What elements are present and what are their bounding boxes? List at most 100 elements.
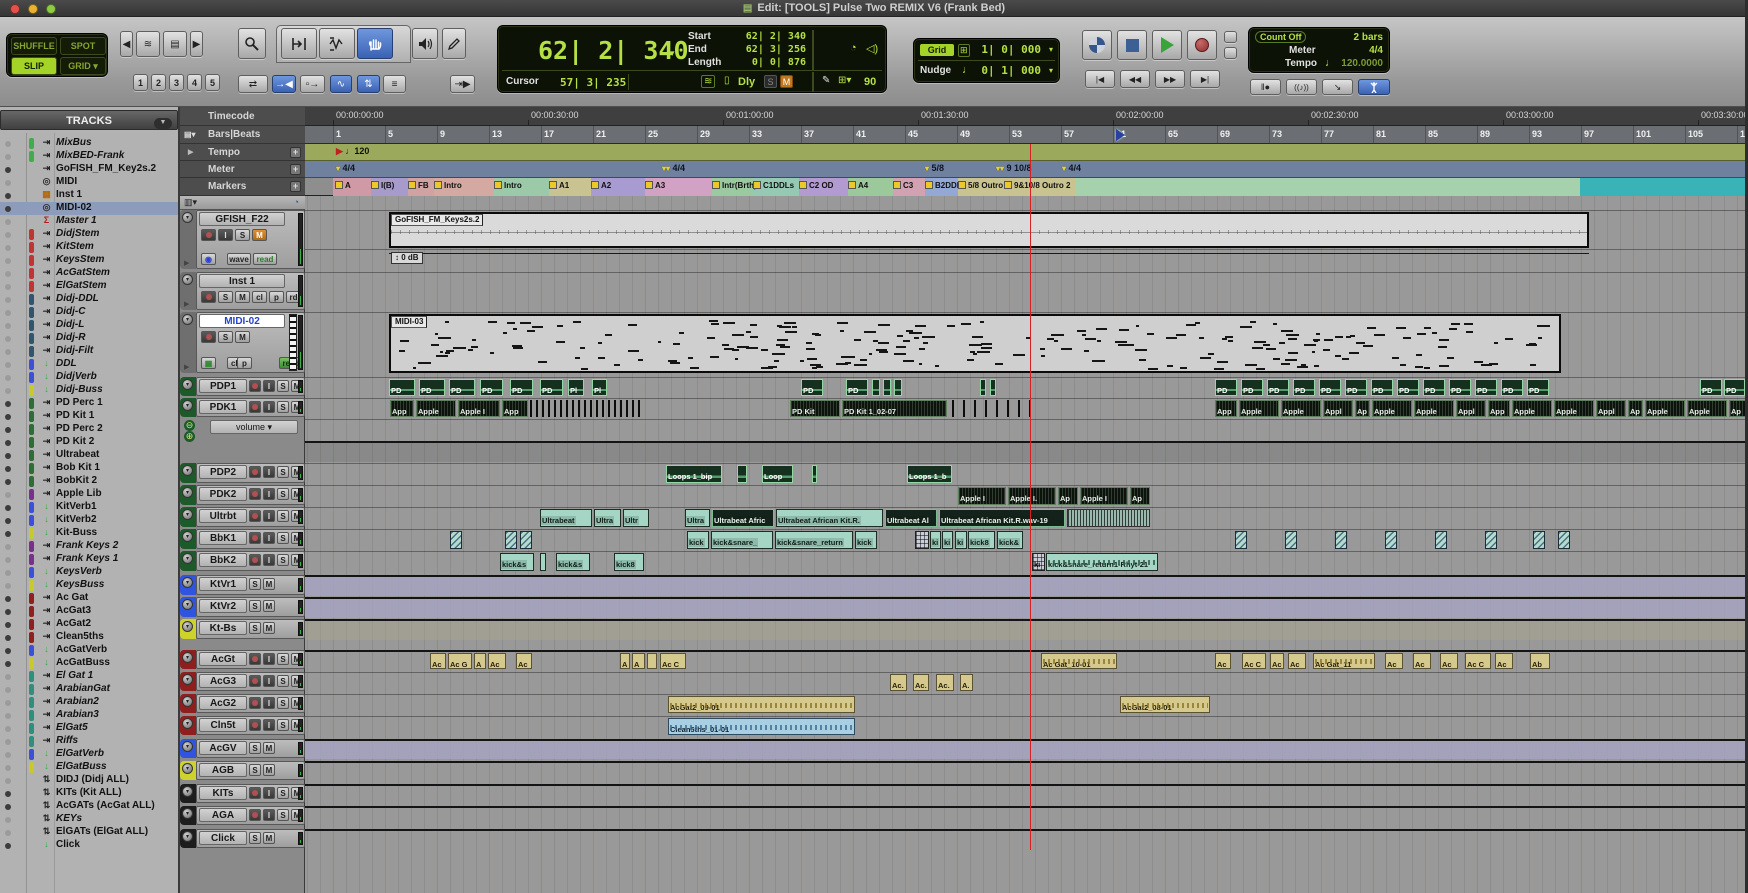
clip[interactable] <box>505 531 517 549</box>
track-name[interactable]: PDP2 <box>199 465 247 479</box>
sidebar-track-item[interactable]: ↓AcGatVerb <box>0 644 178 657</box>
midi-merge-button[interactable]: ↘ <box>1322 79 1353 95</box>
track-lane-ktbs[interactable] <box>305 619 1748 640</box>
clip[interactable]: kick&snare_return <box>775 531 853 549</box>
clip[interactable] <box>894 379 902 396</box>
clip[interactable]: PD <box>389 379 415 396</box>
track-lane-bbk2[interactable]: kick&skick&skick8kikick&snare_return1-Rh… <box>305 551 1748 572</box>
metronome-button[interactable]: ((♪)) <box>1286 79 1317 95</box>
clip[interactable]: Ac. <box>936 674 954 691</box>
sidebar-track-item[interactable]: ⇥Bob Kit 1 <box>0 462 178 475</box>
clip[interactable]: PD <box>1501 379 1523 396</box>
sidebar-track-item[interactable]: ↓DidjVerb <box>0 371 178 384</box>
track-show-dot[interactable] <box>5 349 11 355</box>
zoomer-tool-button[interactable] <box>238 28 266 59</box>
track-name[interactable]: Ultrbt <box>199 509 247 523</box>
track-solo-button[interactable]: S <box>277 787 289 799</box>
tempo-ruler-conductor-button[interactable] <box>1358 79 1390 95</box>
ruler-label-timecode[interactable]: Timecode <box>180 107 305 126</box>
sidebar-track-item[interactable]: ⇥El Gat 1 <box>0 670 178 683</box>
clip[interactable]: App <box>1488 400 1510 417</box>
mode-slip-button[interactable]: SLIP <box>11 57 57 75</box>
track-show-dot[interactable] <box>5 648 11 654</box>
track-collapse-icon[interactable]: ▾ <box>182 741 193 752</box>
selection-value[interactable]: 62| 2| 340 <box>746 30 806 43</box>
clip[interactable]: Ac. <box>890 674 907 691</box>
sidebar-track-item[interactable]: ⇥PD Perc 2 <box>0 423 178 436</box>
track-solo-button[interactable]: S <box>277 532 289 544</box>
track-lane-gfish-vol[interactable]: ↕ 0 dB <box>305 249 1748 270</box>
track-show-dot[interactable] <box>5 466 11 472</box>
zoom-preset-1-button[interactable]: 1 <box>133 74 148 91</box>
play-button[interactable] <box>1152 30 1182 60</box>
track-lane-acgt[interactable]: AcAc GAAcAcAAAc CAc Gat_10-01AcAc CAcAcA… <box>305 650 1748 670</box>
track-show-dot[interactable] <box>5 310 11 316</box>
memory-location-marker[interactable]: C3 <box>893 181 913 190</box>
clip[interactable]: Ap <box>1058 487 1078 505</box>
sidebar-track-item[interactable]: ⇥Arabian3 <box>0 709 178 722</box>
clip[interactable]: A <box>620 653 630 669</box>
track-input-monitor-button[interactable]: I <box>263 510 275 522</box>
selection-value[interactable]: 62| 3| 256 <box>746 43 806 56</box>
clip[interactable]: PD <box>1319 379 1341 396</box>
track-collapse-icon[interactable]: ▾ <box>182 718 193 729</box>
track-show-dot[interactable] <box>5 739 11 745</box>
sidebar-track-item[interactable]: ⇥GoFISH_FM_Key2s.2 <box>0 163 178 176</box>
tab-to-transient-button[interactable]: →◀ <box>272 75 296 93</box>
clip[interactable]: Ab <box>1530 653 1550 669</box>
zoom-preset-5-button[interactable]: 5 <box>205 74 220 91</box>
track-name[interactable]: BbK2 <box>199 553 247 567</box>
sidebar-track-item[interactable]: ⇥MixBus <box>0 137 178 150</box>
track-midi-keyboard-icon[interactable]: ▦ <box>201 357 216 369</box>
sidebar-track-item[interactable]: ⇥AcGatStem <box>0 267 178 280</box>
clip[interactable]: Ultrabeat Afric <box>712 509 774 527</box>
track-name[interactable]: KtVr1 <box>199 577 247 591</box>
clip[interactable] <box>450 531 462 549</box>
clip[interactable]: Pl <box>592 379 607 396</box>
track-color-tab[interactable]: ▾ <box>180 784 196 803</box>
track-lane-ktvr1[interactable] <box>305 575 1748 596</box>
clip[interactable]: Ac C <box>1242 653 1266 669</box>
clip[interactable]: PD <box>1293 379 1315 396</box>
clip[interactable] <box>872 379 880 396</box>
track-input-monitor-button[interactable]: I <box>263 697 275 709</box>
memory-location-marker[interactable]: I(B) <box>371 181 394 190</box>
track-show-dot[interactable] <box>5 778 11 784</box>
clip[interactable]: Ultra <box>685 509 710 527</box>
clip[interactable]: Ac <box>488 653 506 669</box>
clip[interactable]: PD <box>1241 379 1263 396</box>
track-record-button[interactable] <box>249 466 261 478</box>
clip[interactable]: Appl <box>1596 400 1626 417</box>
sidebar-track-item[interactable]: ⇥Frank Keys 1 <box>0 553 178 566</box>
track-show-dot[interactable] <box>5 440 11 446</box>
track-name[interactable]: Cln5t <box>199 718 247 732</box>
timecode-ruler[interactable]: 00:00:00:0000:00:30:0000:01:00:0000:01:3… <box>305 107 1748 126</box>
sidebar-track-item[interactable]: ⇥Didj-R <box>0 332 178 345</box>
track-header-kits[interactable]: ▾KITsISM <box>180 784 305 804</box>
memory-location-marker[interactable]: A2 <box>591 181 611 190</box>
track-lane-pdp2[interactable]: Loops 1_bipLoopLoops 1_b <box>305 463 1748 484</box>
track-collapse-icon[interactable]: ▾ <box>182 531 193 542</box>
track-show-dot[interactable] <box>5 765 11 771</box>
audio-zoom-icon[interactable]: ≋ <box>136 31 160 57</box>
track-color-tab[interactable]: ▾ <box>180 485 196 505</box>
clip[interactable]: PD <box>1724 379 1745 396</box>
clip[interactable]: Loops 1_bip <box>666 465 722 483</box>
clip[interactable] <box>540 553 546 571</box>
track-name[interactable]: AGB <box>199 763 247 777</box>
track-lane-pdk1-vol[interactable] <box>305 419 1748 440</box>
clip[interactable]: Ap <box>1130 487 1150 505</box>
memory-location-marker[interactable]: C1DDLs <box>753 181 794 190</box>
sidebar-track-item[interactable]: ↓DDL <box>0 358 178 371</box>
track-show-dot[interactable] <box>5 622 11 628</box>
memory-location-marker[interactable]: A1 <box>549 181 569 190</box>
track-header-aga[interactable]: ▾AGAISM <box>180 806 305 826</box>
track-show-dot[interactable] <box>5 479 11 485</box>
track-color-tab[interactable]: ▾ <box>180 761 196 780</box>
track-header-bbk1[interactable]: ▾BbK1ISM <box>180 529 305 550</box>
track-show-dot[interactable] <box>5 297 11 303</box>
track-solo-button[interactable]: S <box>277 488 289 500</box>
clip[interactable]: PD <box>801 379 823 396</box>
track-record-button[interactable] <box>249 653 261 665</box>
track-lane-group-gap[interactable] <box>305 441 1748 462</box>
